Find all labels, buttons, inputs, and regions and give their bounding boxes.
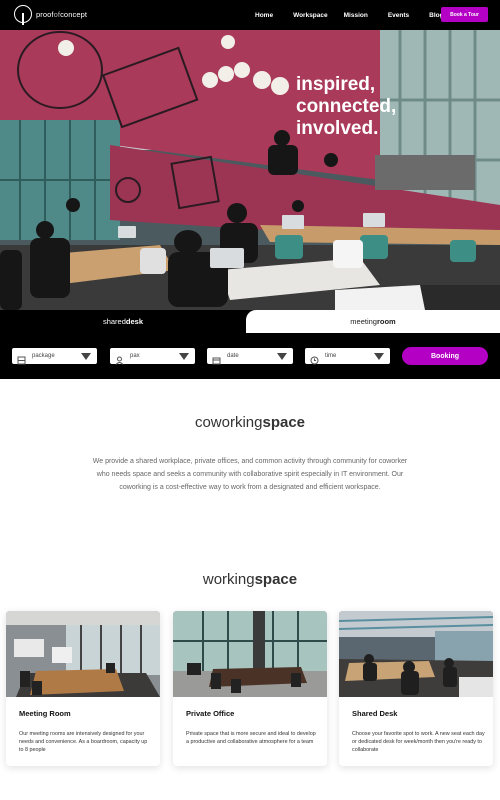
- chevron-down-icon: [179, 352, 189, 360]
- booking-tabs: shared desk meeting room: [0, 310, 500, 333]
- date-label: date: [227, 353, 239, 359]
- card-private-office[interactable]: Private Office Private space that is mor…: [173, 611, 327, 766]
- coworking-title: coworkingspace: [194, 414, 306, 431]
- wall-text-3: involved.: [296, 118, 378, 139]
- package-label: package: [32, 353, 55, 359]
- nav-link-events[interactable]: Events: [388, 12, 409, 19]
- chevron-down-icon: [374, 352, 384, 360]
- tab-meeting-room[interactable]: meeting room: [246, 310, 500, 333]
- workingspace-title: workingspace: [202, 571, 298, 588]
- card-description: Our meeting rooms are intensively design…: [19, 731, 148, 753]
- card-title: Shared Desk: [352, 709, 398, 718]
- user-icon: [115, 352, 124, 365]
- tab-shared-desk[interactable]: shared desk: [0, 310, 246, 333]
- shared-desk-photo: [339, 611, 493, 697]
- card-description: Private space that is more secure and id…: [186, 731, 316, 745]
- nav-link-mission[interactable]: Mission: [344, 12, 368, 19]
- card-title: Private Office: [186, 709, 235, 718]
- wall-text-2: connected,: [296, 96, 396, 117]
- logo[interactable]: proofofconcept: [14, 5, 88, 25]
- coworking-description: We provide a shared workplace, private o…: [92, 458, 408, 491]
- book-tour-button[interactable]: Book a Tour: [441, 7, 488, 22]
- package-icon: [17, 352, 26, 364]
- nav-links: Home Workspace Mission Events Blog: [255, 0, 464, 30]
- logo-text: proofofconcept: [36, 9, 88, 19]
- clock-icon: [310, 352, 319, 364]
- package-select[interactable]: package: [12, 348, 97, 364]
- date-select[interactable]: date: [207, 348, 293, 364]
- card-meeting-room[interactable]: Meeting Room Our meeting rooms are inten…: [6, 611, 160, 766]
- booking-bar: package pax date time Booking: [0, 333, 500, 379]
- pax-label: pax: [130, 353, 140, 359]
- chevron-down-icon: [81, 352, 91, 360]
- time-select[interactable]: time: [305, 348, 390, 364]
- pax-select[interactable]: pax: [110, 348, 195, 365]
- logo-icon: [14, 5, 32, 25]
- card-description: Choose your favorite spot to work. A new…: [352, 731, 485, 753]
- private-office-photo: [173, 611, 327, 697]
- calendar-icon: [212, 352, 221, 364]
- hero-photo: inspired, connected, involved.: [0, 30, 500, 310]
- chevron-down-icon: [277, 352, 287, 360]
- booking-button[interactable]: Booking: [402, 347, 488, 365]
- card-shared-desk[interactable]: Shared Desk Choose your favorite spot to…: [339, 611, 493, 766]
- nav-link-home[interactable]: Home: [255, 12, 273, 19]
- hero-image: inspired, connected, involved.: [0, 30, 500, 310]
- meeting-room-photo: [6, 611, 160, 697]
- nav-link-workspace[interactable]: Workspace: [293, 12, 328, 19]
- time-label: time: [325, 353, 337, 359]
- top-navbar: proofofconcept Home Workspace Mission Ev…: [0, 0, 500, 30]
- card-title: Meeting Room: [19, 709, 71, 718]
- wall-text-1: inspired,: [296, 74, 375, 95]
